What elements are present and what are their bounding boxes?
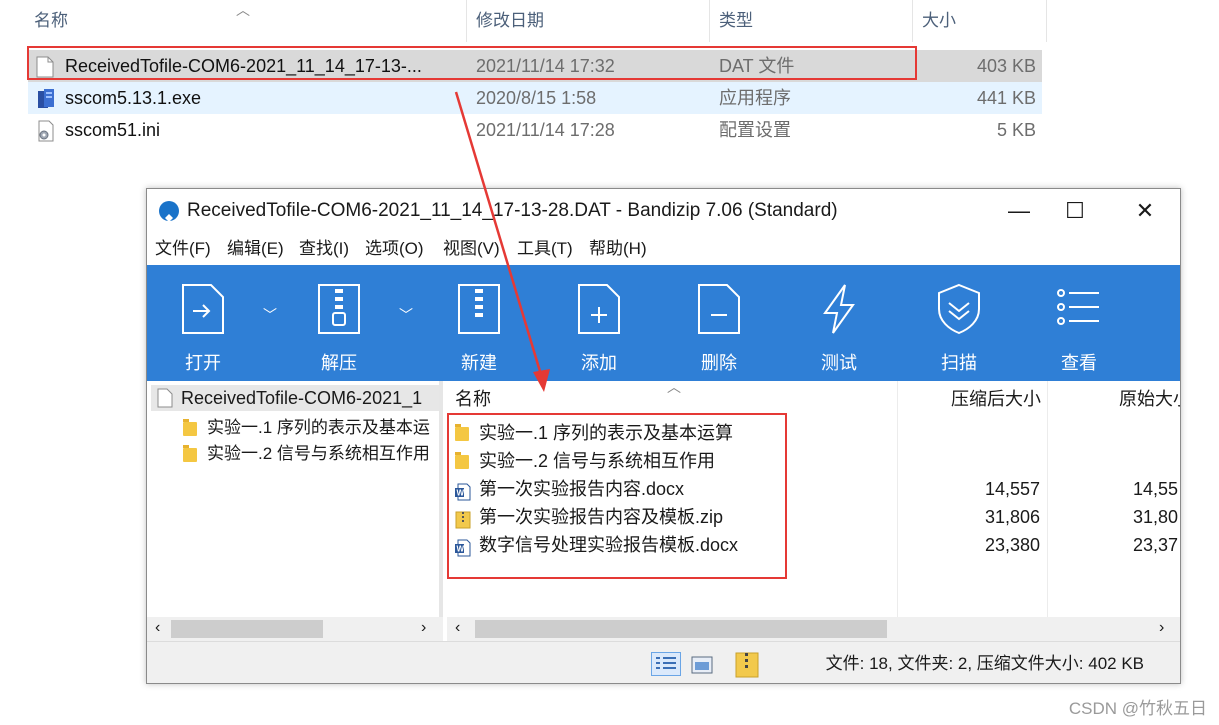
annotation-arrow: [454, 91, 550, 392]
watermark: CSDN @竹秋五日: [1068, 699, 1207, 718]
